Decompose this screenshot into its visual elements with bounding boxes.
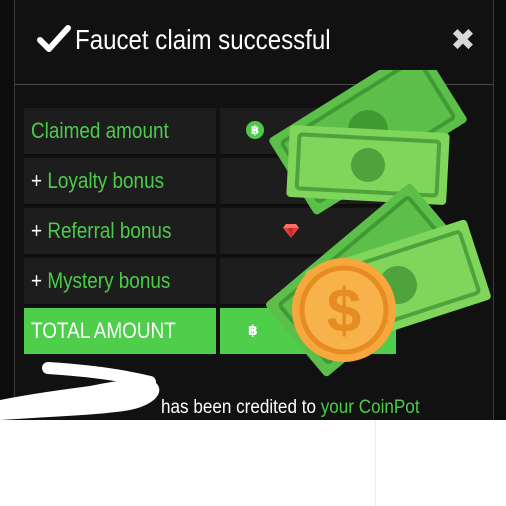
row-label: + Loyalty bonus (31, 168, 165, 193)
dollar-sign: $ (327, 277, 361, 346)
modal-title: Faucet claim successful (75, 24, 331, 55)
checkmark-icon (37, 25, 71, 52)
money-sticker-illustration: $ (266, 70, 491, 377)
row-label: + Referral bonus (31, 218, 172, 243)
divider (375, 420, 376, 506)
row-label: Claimed amount (31, 118, 169, 143)
close-icon[interactable]: ✖ (450, 26, 476, 56)
row-label: + Mystery bonus (31, 268, 171, 293)
coinpot-link[interactable]: your CoinPot (321, 397, 420, 418)
total-amount-label: TOTAL AMOUNT (31, 318, 176, 343)
credited-message: has been credited to your CoinPot (161, 397, 420, 418)
blank-area (0, 420, 506, 506)
